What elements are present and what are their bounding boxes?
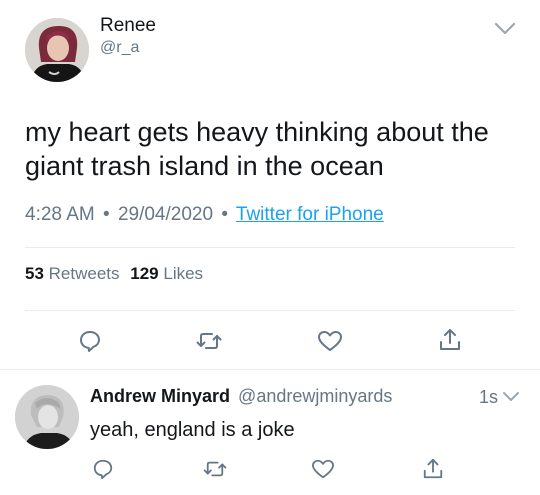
divider (25, 247, 515, 248)
tweet-meta: 4:28 AM • 29/04/2020 • Twitter for iPhon… (25, 203, 384, 227)
meta-separator: • (221, 204, 228, 225)
tweet-date[interactable]: 29/04/2020 (118, 204, 213, 225)
retweet-icon (203, 461, 227, 477)
divider (25, 310, 515, 311)
reply-text: yeah, england is a joke (90, 419, 295, 441)
like-button[interactable] (316, 327, 344, 355)
tweet-stats: 53 Retweets 129 Likes (25, 263, 203, 285)
reply-button[interactable] (76, 327, 104, 355)
tweet-source-link[interactable]: Twitter for iPhone (236, 204, 384, 225)
retweets-label: Retweets (48, 264, 120, 283)
likes-count: 129 (130, 264, 159, 283)
reply-author: Andrew Minyard @andrewjminyards (90, 385, 392, 407)
reply-share-button[interactable] (420, 455, 446, 483)
tweet-text: my heart gets heavy thinking about the g… (25, 117, 489, 181)
avatar-photo (25, 18, 89, 82)
divider (0, 369, 540, 370)
reply-icon (93, 459, 113, 480)
retweet-icon (196, 333, 222, 349)
chevron-down-icon (503, 392, 519, 401)
retweets-stat[interactable]: 53 Retweets (25, 264, 124, 283)
avatar-photo (15, 385, 79, 449)
author-handle[interactable]: @r_a (100, 39, 139, 57)
retweet-button[interactable] (195, 327, 223, 355)
retweets-count: 53 (25, 264, 44, 283)
likes-stat[interactable]: 129 Likes (130, 264, 203, 283)
reply-author-handle[interactable]: @andrewjminyards (238, 386, 392, 406)
heart-icon (311, 459, 334, 479)
tweet-menu-button[interactable] (492, 18, 518, 40)
share-button[interactable] (436, 326, 464, 354)
author-name[interactable]: Renee (100, 15, 156, 37)
reply-reply-button[interactable] (90, 456, 116, 482)
likes-label: Likes (163, 264, 204, 283)
reply-retweet-button[interactable] (201, 456, 229, 482)
reply-author-name[interactable]: Andrew Minyard (90, 386, 230, 406)
reply-icon (80, 331, 100, 352)
tweet-time[interactable]: 4:28 AM (25, 204, 95, 225)
reply-like-button[interactable] (309, 456, 337, 482)
reply-author-avatar[interactable] (15, 385, 79, 449)
reply-menu-button[interactable] (500, 388, 522, 406)
share-icon (423, 458, 443, 479)
reply-age[interactable]: 1s (479, 386, 498, 408)
author-avatar[interactable] (25, 18, 89, 82)
heart-icon (318, 331, 342, 351)
meta-separator: • (103, 204, 110, 225)
chevron-down-icon (494, 22, 516, 35)
share-icon (440, 329, 460, 350)
